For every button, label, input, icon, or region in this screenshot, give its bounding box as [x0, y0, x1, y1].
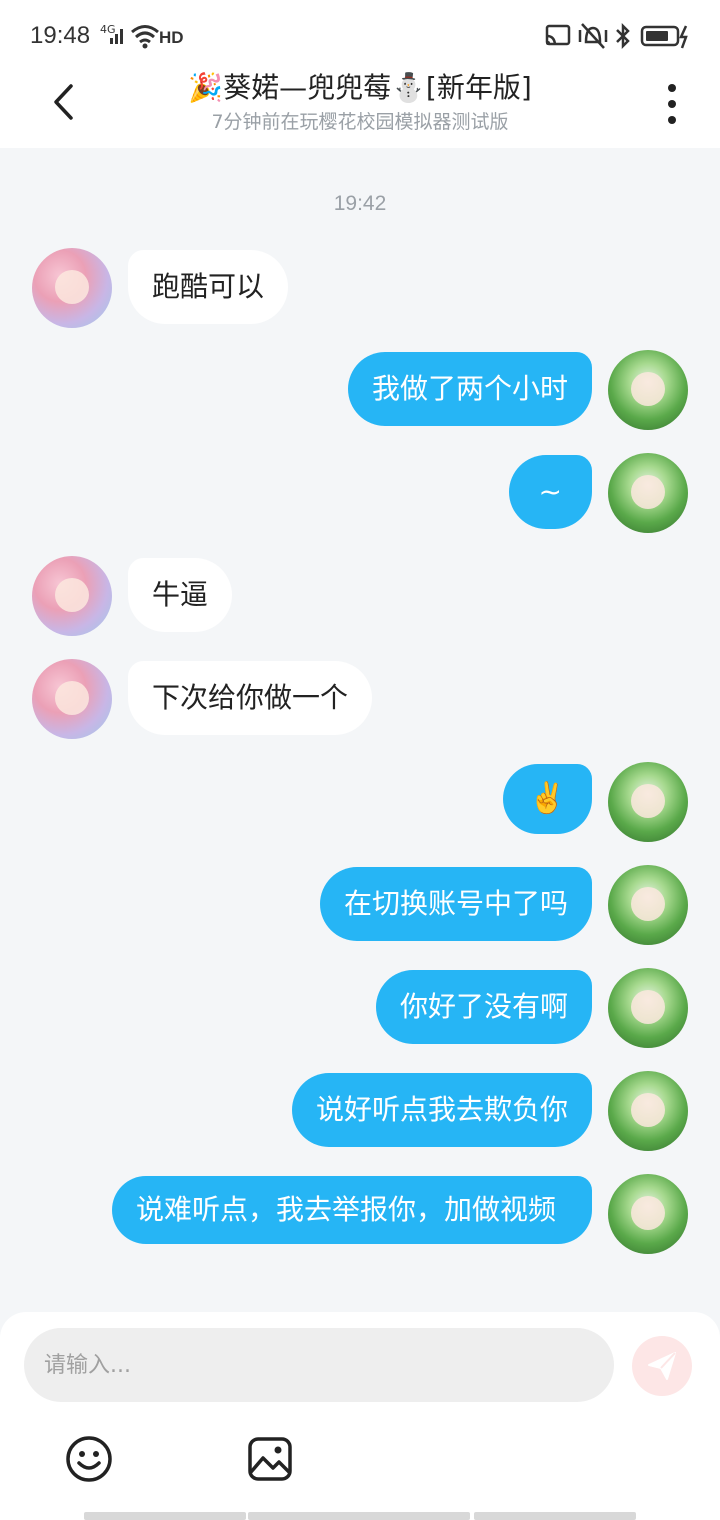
more-vertical-icon [668, 84, 676, 92]
signal-icon: 4G [100, 20, 126, 52]
more-options-button[interactable] [652, 78, 692, 130]
chevron-left-icon [54, 84, 73, 120]
self-avatar[interactable] [608, 453, 688, 533]
self-avatar[interactable] [608, 865, 688, 945]
contact-avatar[interactable] [32, 248, 112, 328]
self-avatar[interactable] [608, 968, 688, 1048]
message-bubble-outgoing[interactable]: 在切换账号中了吗 [319, 867, 592, 941]
bluetooth-icon [612, 20, 634, 52]
chat-title-block: 🎉葵婼—兜兜莓⛄[新年版] 7分钟前在玩樱花校园模拟器测试版 [120, 66, 600, 134]
self-avatar[interactable] [608, 350, 688, 430]
vibrate-icon [576, 20, 610, 52]
message-bubble-incoming[interactable]: 牛逼 [128, 558, 233, 632]
message-bubble-outgoing[interactable]: ~ [508, 455, 592, 529]
message-bubble-outgoing[interactable]: ✌️ [502, 764, 592, 834]
message-bubble-outgoing[interactable]: 说好听点我去欺负你 [291, 1073, 592, 1147]
home-indicator [474, 1512, 636, 1520]
self-avatar[interactable] [608, 1174, 688, 1254]
home-indicator [248, 1512, 470, 1520]
back-button[interactable] [36, 74, 92, 130]
send-icon [648, 1352, 676, 1380]
emoji-button[interactable] [64, 1434, 114, 1484]
message-input[interactable] [24, 1328, 614, 1402]
message-bubble-outgoing[interactable]: 我做了两个小时 [347, 352, 592, 426]
contact-avatar[interactable] [32, 556, 112, 636]
image-button[interactable] [245, 1434, 295, 1484]
status-time: 19:48 [30, 22, 91, 49]
message-bubble-outgoing[interactable]: 说难听点，我去举报你，加做视频 [112, 1176, 592, 1244]
self-avatar[interactable] [608, 762, 688, 842]
contact-avatar[interactable] [32, 659, 112, 739]
chat-title: 🎉葵婼—兜兜莓⛄[新年版] [188, 71, 532, 104]
cast-icon [544, 20, 572, 52]
message-timestamp: 19:42 [333, 192, 387, 215]
battery-icon [640, 20, 692, 52]
chat-subtitle: 7分钟前在玩樱花校园模拟器测试版 [211, 111, 509, 133]
message-bubble-incoming[interactable]: 下次给你做一个 [128, 661, 373, 735]
emoji-icon [66, 1436, 112, 1482]
wifi-icon: HD [130, 20, 186, 52]
wifi-hd-label: HD [159, 28, 184, 47]
send-button[interactable] [632, 1336, 692, 1396]
message-bubble-outgoing[interactable]: 你好了没有啊 [375, 970, 592, 1044]
home-indicator [84, 1512, 246, 1520]
message-bubble-incoming[interactable]: 跑酷可以 [128, 250, 289, 324]
image-icon [248, 1437, 292, 1481]
self-avatar[interactable] [608, 1071, 688, 1151]
chat-header: 🎉葵婼—兜兜莓⛄[新年版] 7分钟前在玩樱花校园模拟器测试版 [0, 56, 720, 148]
message-composer [0, 1312, 720, 1520]
